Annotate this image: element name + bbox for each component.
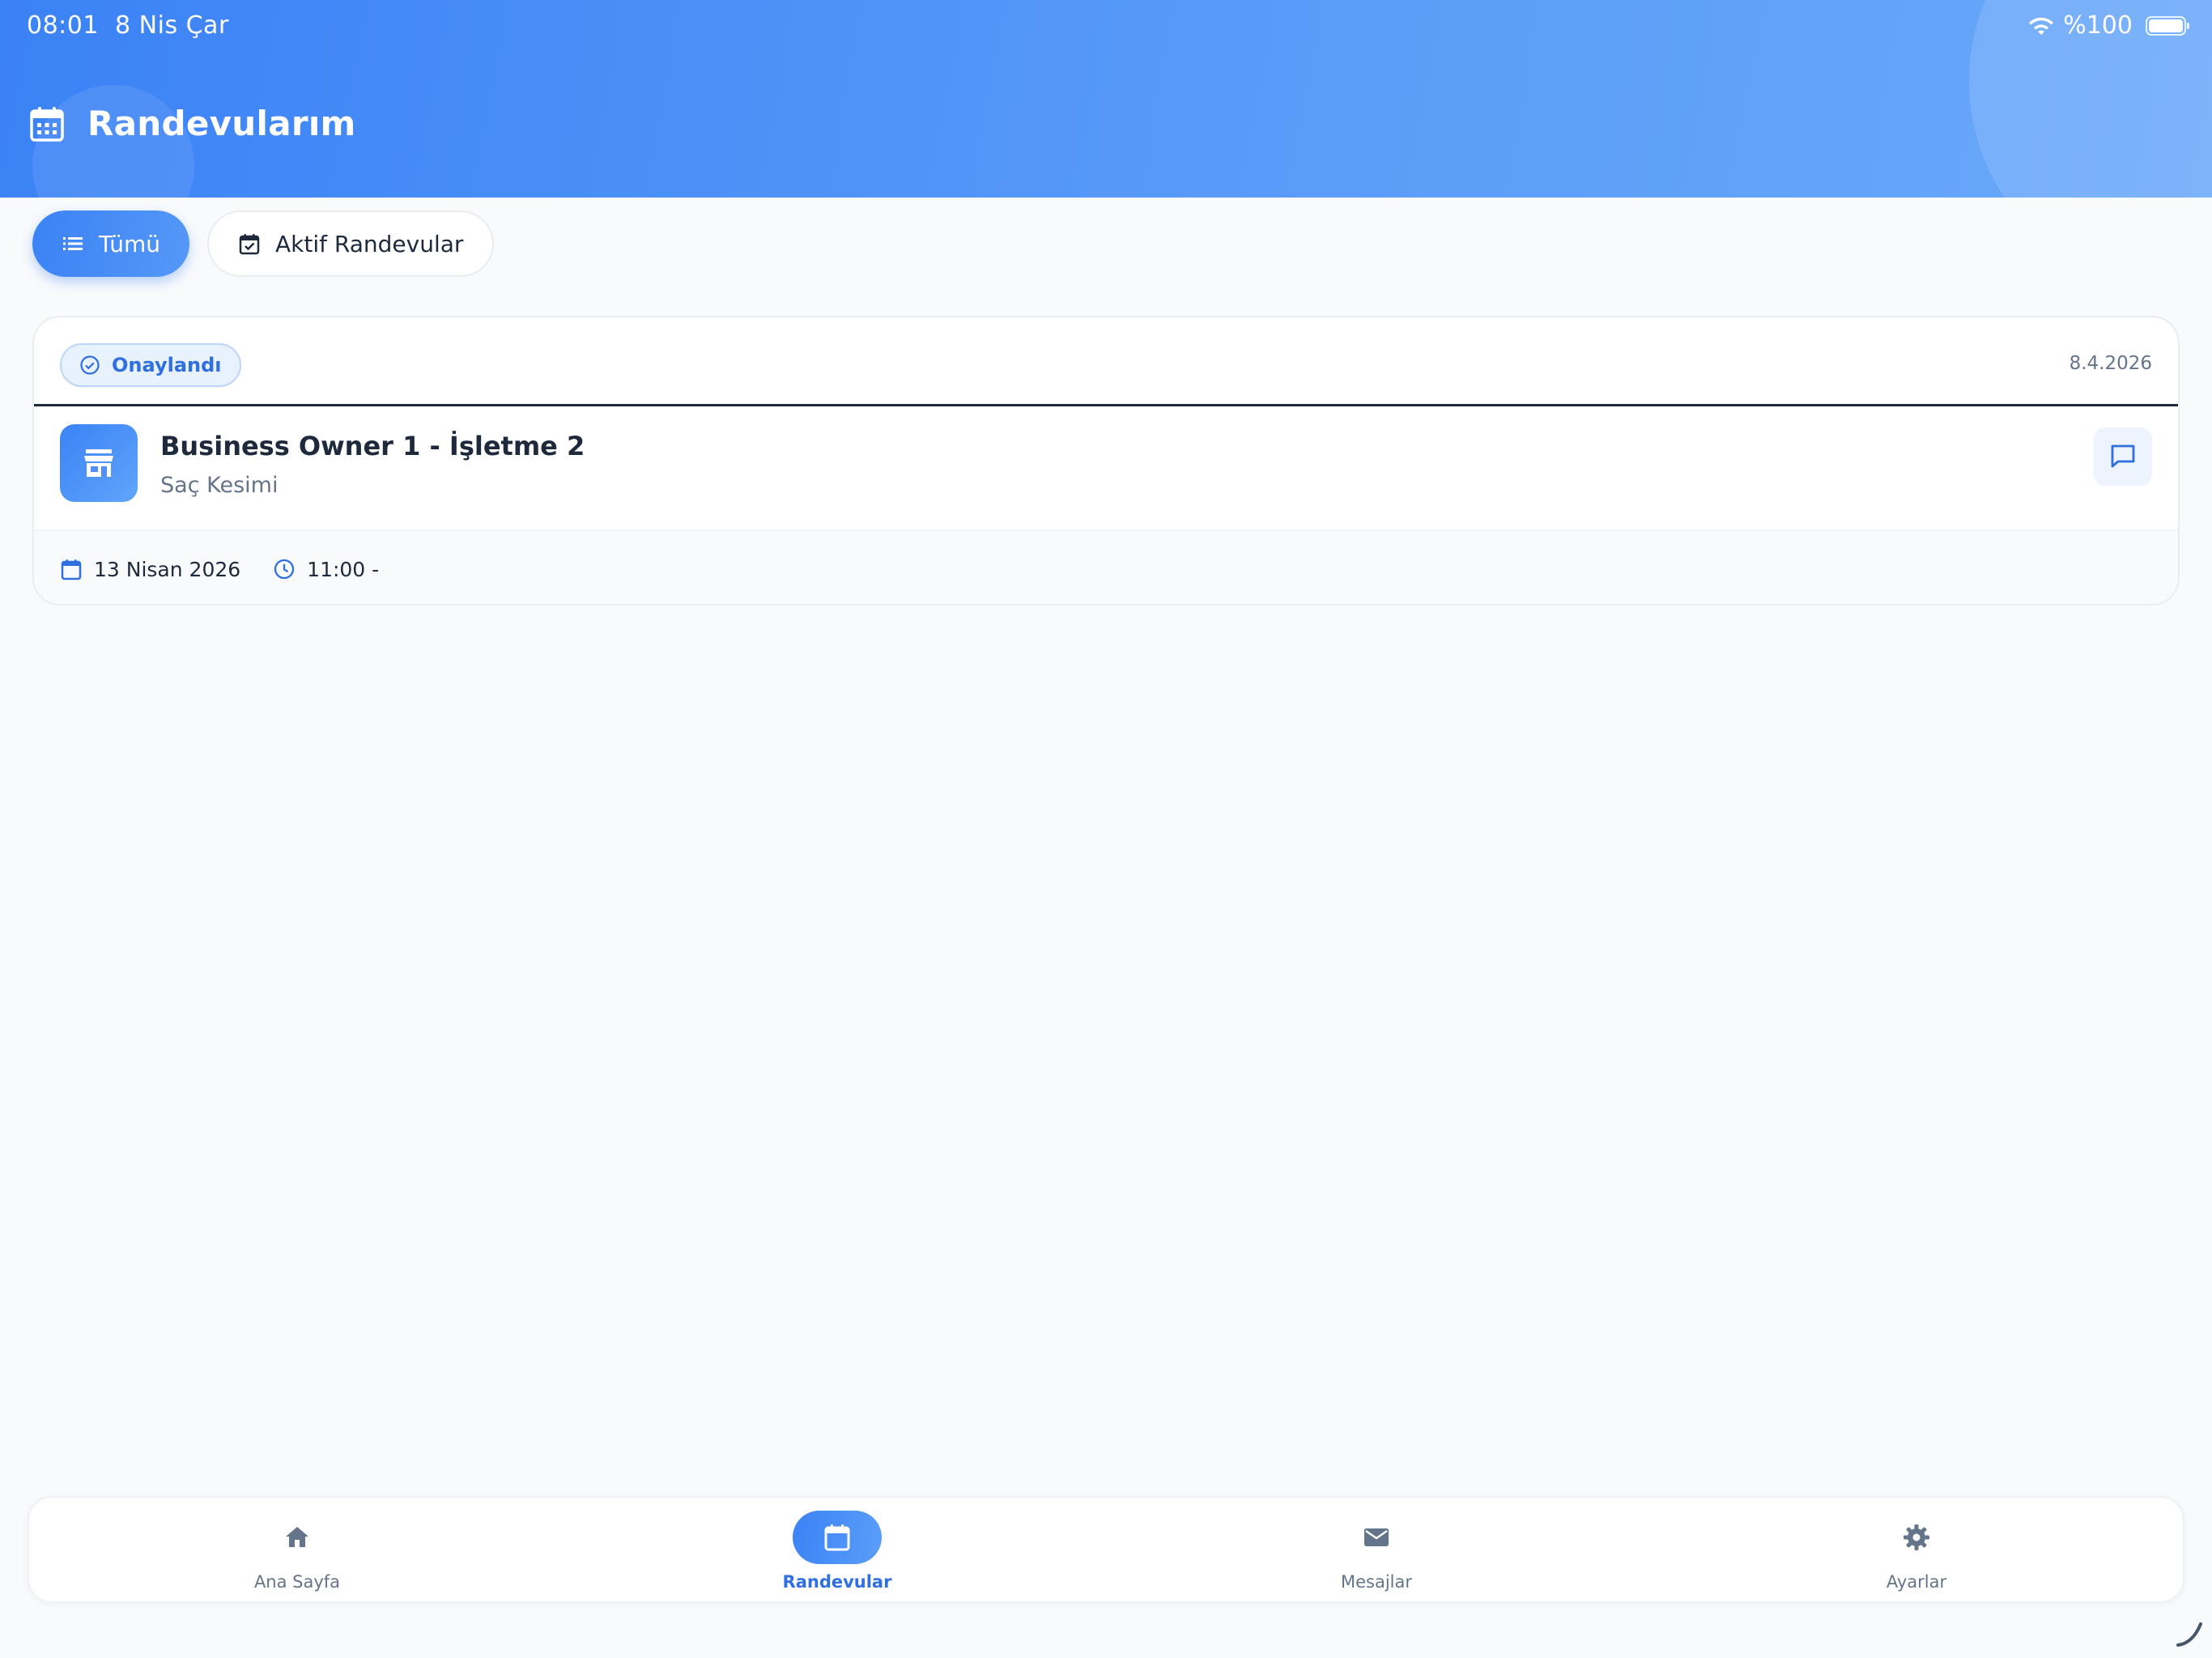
filter-all-chip[interactable]: Tümü (32, 210, 190, 277)
chat-icon (2111, 444, 2135, 468)
mail-icon (1364, 1528, 1389, 1546)
filter-active-label: Aktif Randevular (275, 230, 464, 257)
nav-settings-label: Ayarlar (1886, 1572, 1947, 1592)
filter-all-label: Tümü (99, 230, 161, 257)
nav-appointments[interactable]: Randevular (675, 1498, 999, 1605)
store-icon (84, 449, 113, 477)
status-label: Onaylandı (112, 354, 222, 376)
nav-settings-icon-wrap (1872, 1511, 1961, 1564)
appointment-time-text: 11:00 - (307, 557, 380, 581)
status-bar-time: 08:01 8 Nis Çar (27, 11, 229, 40)
status-date: 8 Nis Çar (115, 11, 229, 40)
appointment-time: 11:00 - (273, 558, 379, 581)
store-avatar (60, 424, 138, 502)
battery-percent: %100 (2063, 11, 2133, 40)
nav-home-icon-wrap (253, 1511, 342, 1564)
nav-settings[interactable]: Ayarlar (1755, 1498, 2078, 1605)
business-name: Business Owner 1 - İşletme 2 (160, 431, 585, 461)
page-title-group: Randevularım (29, 104, 356, 143)
service-name: Saç Kesimi (160, 473, 279, 498)
home-icon (286, 1527, 308, 1547)
calendar-icon (61, 559, 82, 580)
status-time: 08:01 (27, 11, 99, 40)
appointment-date: 13 Nisan 2026 (60, 558, 240, 581)
calendar-icon (824, 1524, 850, 1551)
battery-icon (2146, 15, 2189, 36)
status-bar-indicators: %100 (2027, 11, 2189, 40)
nav-messages-label: Mesajlar (1340, 1572, 1413, 1592)
wifi-icon (2029, 17, 2054, 35)
calendar-icon (30, 106, 64, 142)
nav-appointments-icon-wrap (793, 1511, 882, 1564)
calendar-check-icon (239, 234, 260, 255)
gear-icon (1904, 1524, 1929, 1550)
nav-home-label: Ana Sayfa (253, 1572, 341, 1592)
filter-active-chip[interactable]: Aktif Randevular (207, 210, 495, 277)
nav-messages-icon-wrap (1332, 1511, 1421, 1564)
appointment-card-footer: 13 Nisan 2026 11:00 - (34, 529, 2178, 604)
appointment-card-body: Business Owner 1 - İşletme 2 Saç Kesimi (34, 406, 2178, 529)
check-circle-icon (80, 355, 100, 375)
list-icon (63, 237, 83, 250)
appointment-date-text: 13 Nisan 2026 (94, 557, 241, 581)
resize-handle-icon (2176, 1622, 2202, 1647)
filter-tabs: Tümü Aktif Randevular (32, 210, 495, 277)
nav-home[interactable]: Ana Sayfa (135, 1498, 459, 1605)
status-badge: Onaylandı (60, 343, 241, 387)
page-title: Randevularım (87, 104, 356, 143)
appointment-card[interactable]: Onaylandı 8.4.2026 Business Owner 1 - İş… (32, 316, 2180, 606)
bottom-navigation: Ana Sayfa Randevular Mesajlar Ayarlar (28, 1496, 2184, 1603)
message-button[interactable] (2094, 427, 2152, 486)
created-date: 8.4.2026 (2069, 353, 2152, 374)
nav-appointments-label: Randevular (782, 1572, 892, 1592)
clock-icon (274, 559, 295, 580)
app-header: 08:01 8 Nis Çar %100 Randevularım (0, 0, 2212, 198)
appointment-card-header: Onaylandı 8.4.2026 (34, 317, 2178, 406)
nav-messages[interactable]: Mesajlar (1214, 1498, 1538, 1605)
